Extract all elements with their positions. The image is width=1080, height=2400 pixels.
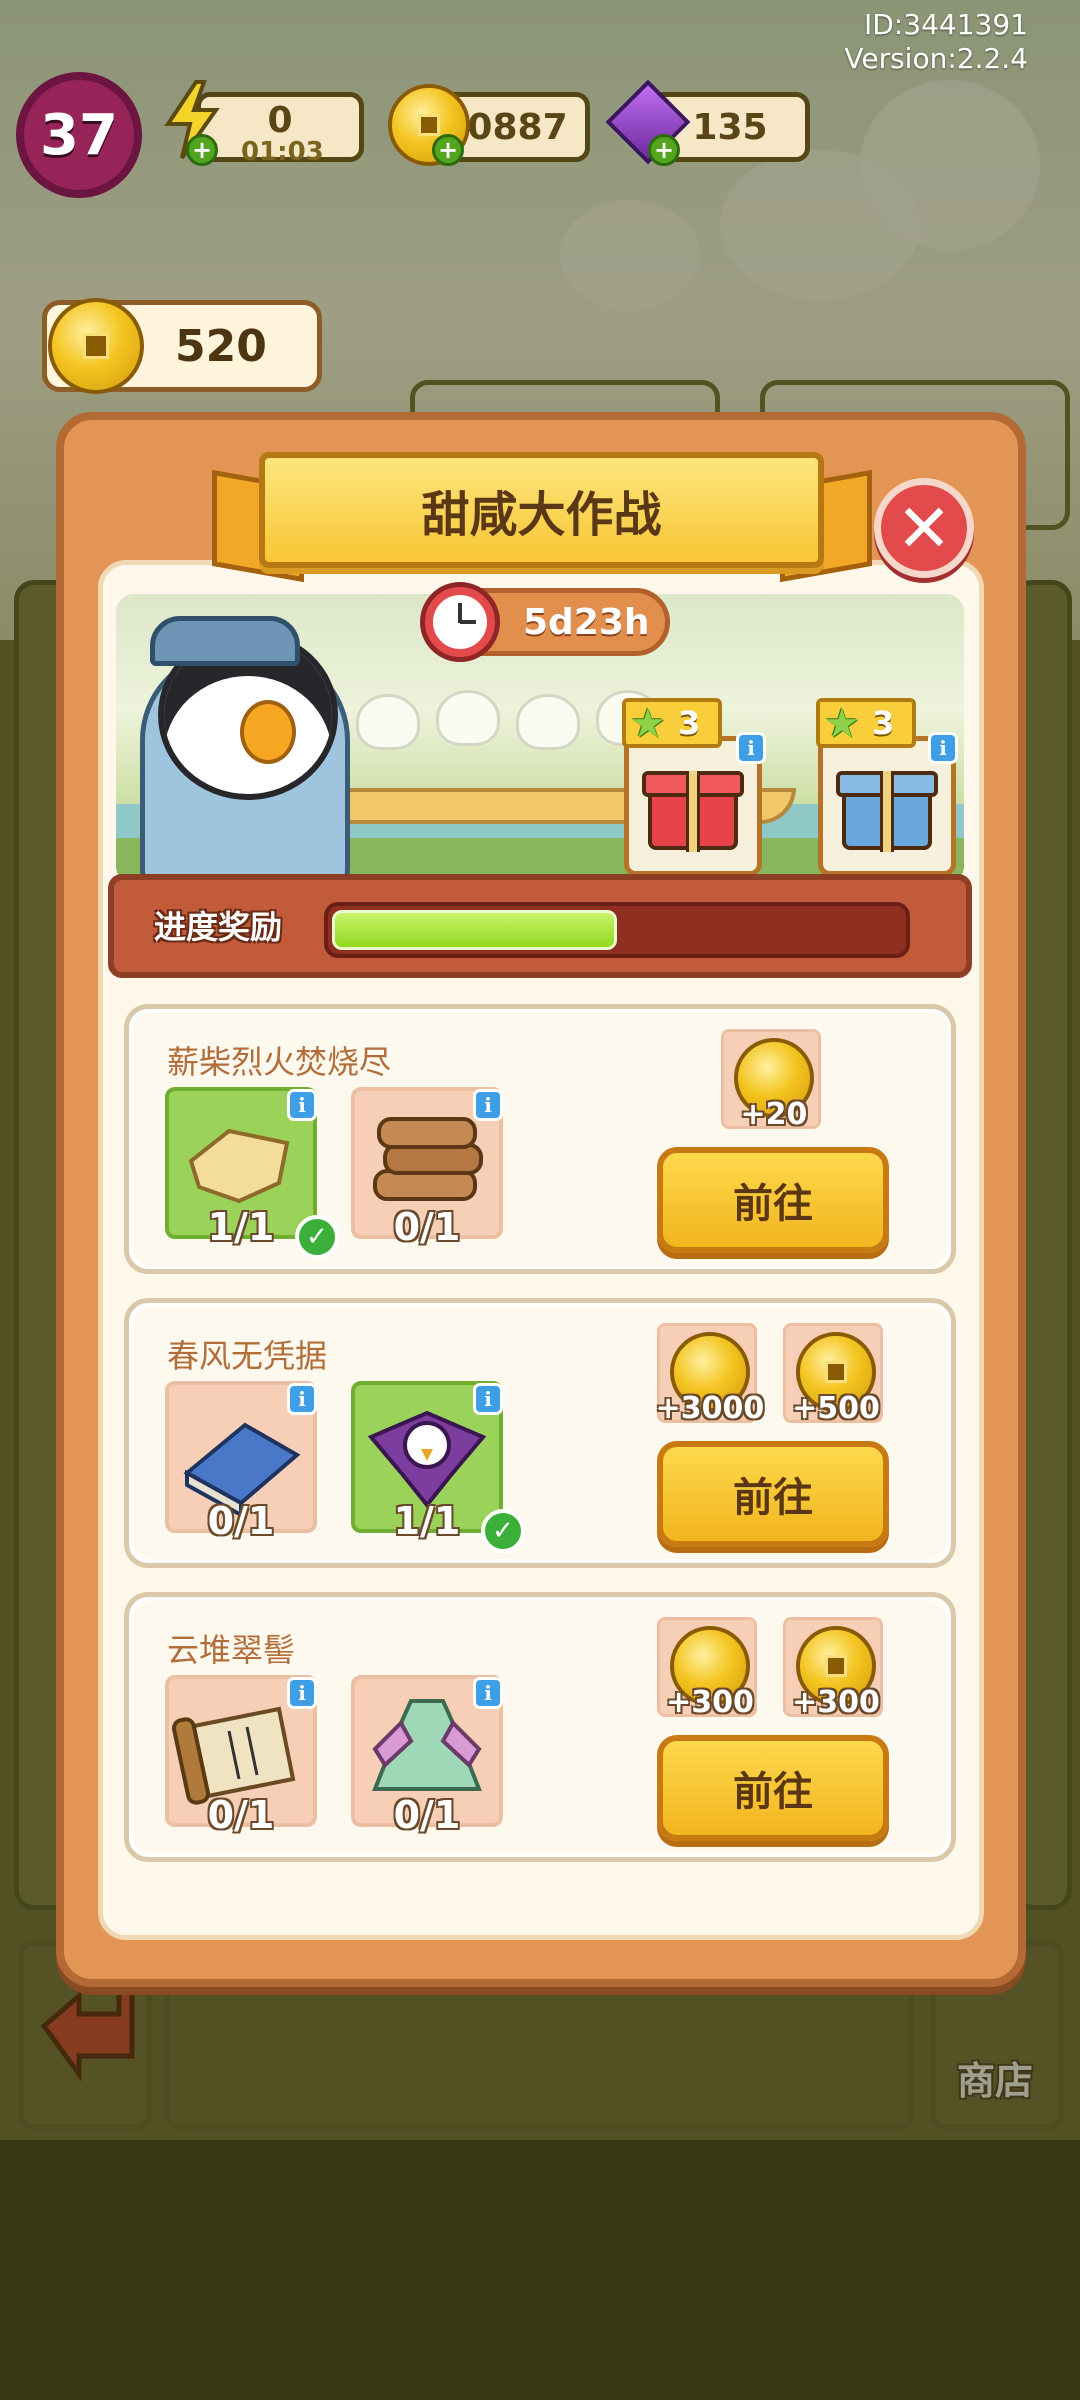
player-id-version: ID:3441391 Version:2.2.4 — [844, 8, 1028, 76]
gift-info-icon[interactable]: i — [928, 732, 958, 764]
reward-amount: +300 — [666, 1685, 754, 1720]
red-gift-box-icon — [642, 761, 744, 852]
go-button[interactable]: 前往 — [657, 1441, 889, 1547]
add-coins-button[interactable]: + — [432, 134, 464, 166]
reward-slot: +20 — [721, 1029, 821, 1132]
item-count: 0/1 — [207, 1499, 275, 1543]
progress-reward-bar: 进度奖励 — [108, 874, 972, 978]
modal-title: 甜咸大作战 — [259, 452, 824, 568]
version-text: Version:2.2.4 — [844, 42, 1028, 75]
close-icon: ✕ — [896, 489, 952, 567]
star-icon: ★ — [630, 701, 666, 747]
penguin-hat — [150, 616, 300, 666]
energy-timer: 01:03 — [241, 137, 324, 167]
item-info-icon[interactable]: i — [287, 1383, 317, 1415]
duck-rower-decoration — [436, 690, 500, 746]
task-title: 云堆翠髻 — [167, 1631, 296, 1669]
add-energy-button[interactable]: + — [186, 134, 218, 166]
check-icon: ✓ — [481, 1509, 525, 1553]
reward-slot: +300 — [657, 1617, 757, 1720]
penguin-beak — [240, 700, 296, 764]
item-count: 1/1 — [207, 1205, 275, 1249]
task-title: 春风无凭据 — [167, 1337, 328, 1375]
item-info-icon[interactable]: i — [473, 1383, 503, 1415]
progress-label: 进度奖励 — [154, 908, 283, 946]
item-count: 0/1 — [207, 1793, 275, 1837]
event-coin-icon — [48, 298, 144, 394]
reward-amount: +300 — [792, 1685, 880, 1720]
progress-track — [324, 902, 910, 958]
reward-slot: +3000 — [656, 1323, 764, 1426]
item-info-icon[interactable]: i — [473, 1089, 503, 1121]
gift-star-count: 3 — [678, 704, 701, 742]
player-id: ID:3441391 — [864, 8, 1028, 41]
duck-rower-decoration — [356, 694, 420, 750]
reward-slot: +500 — [783, 1323, 883, 1426]
clock-icon — [420, 582, 500, 662]
check-icon: ✓ — [295, 1215, 339, 1259]
energy-value: 0 — [267, 99, 293, 141]
item-count: 1/1 — [393, 1499, 461, 1543]
item-count: 0/1 — [393, 1205, 461, 1249]
reward-amount: +3000 — [655, 1391, 765, 1426]
task-card: 春风无凭据 0/1 i 1/1 ✓ i +3000 +500 前往 — [124, 1298, 956, 1568]
item-count: 0/1 — [393, 1793, 461, 1837]
progress-fill — [332, 910, 617, 950]
blue-gift-box-icon — [836, 761, 938, 852]
player-level-badge[interactable]: 37 — [16, 72, 142, 198]
item-info-icon[interactable]: i — [473, 1677, 503, 1709]
gift-star-count: 3 — [872, 704, 895, 742]
item-info-icon[interactable]: i — [287, 1677, 317, 1709]
go-button[interactable]: 前往 — [657, 1147, 889, 1253]
task-title: 薪柴烈火焚烧尽 — [167, 1043, 392, 1081]
item-info-icon[interactable]: i — [287, 1089, 317, 1121]
star-icon: ★ — [824, 701, 860, 747]
task-card: 云堆翠髻 0/1 i 0/1 i +300 +300 前往 — [124, 1592, 956, 1862]
reward-slot: +300 — [783, 1617, 883, 1720]
add-gems-button[interactable]: + — [648, 134, 680, 166]
task-card: 薪柴烈火焚烧尽 1/1 ✓ i 0/1 i +20 前往 — [124, 1004, 956, 1274]
close-button[interactable]: ✕ — [874, 478, 974, 578]
reward-amount: +20 — [740, 1097, 808, 1132]
reward-amount: +500 — [792, 1391, 880, 1426]
gift-info-icon[interactable]: i — [736, 732, 766, 764]
go-button[interactable]: 前往 — [657, 1735, 889, 1841]
duck-rower-decoration — [516, 694, 580, 750]
